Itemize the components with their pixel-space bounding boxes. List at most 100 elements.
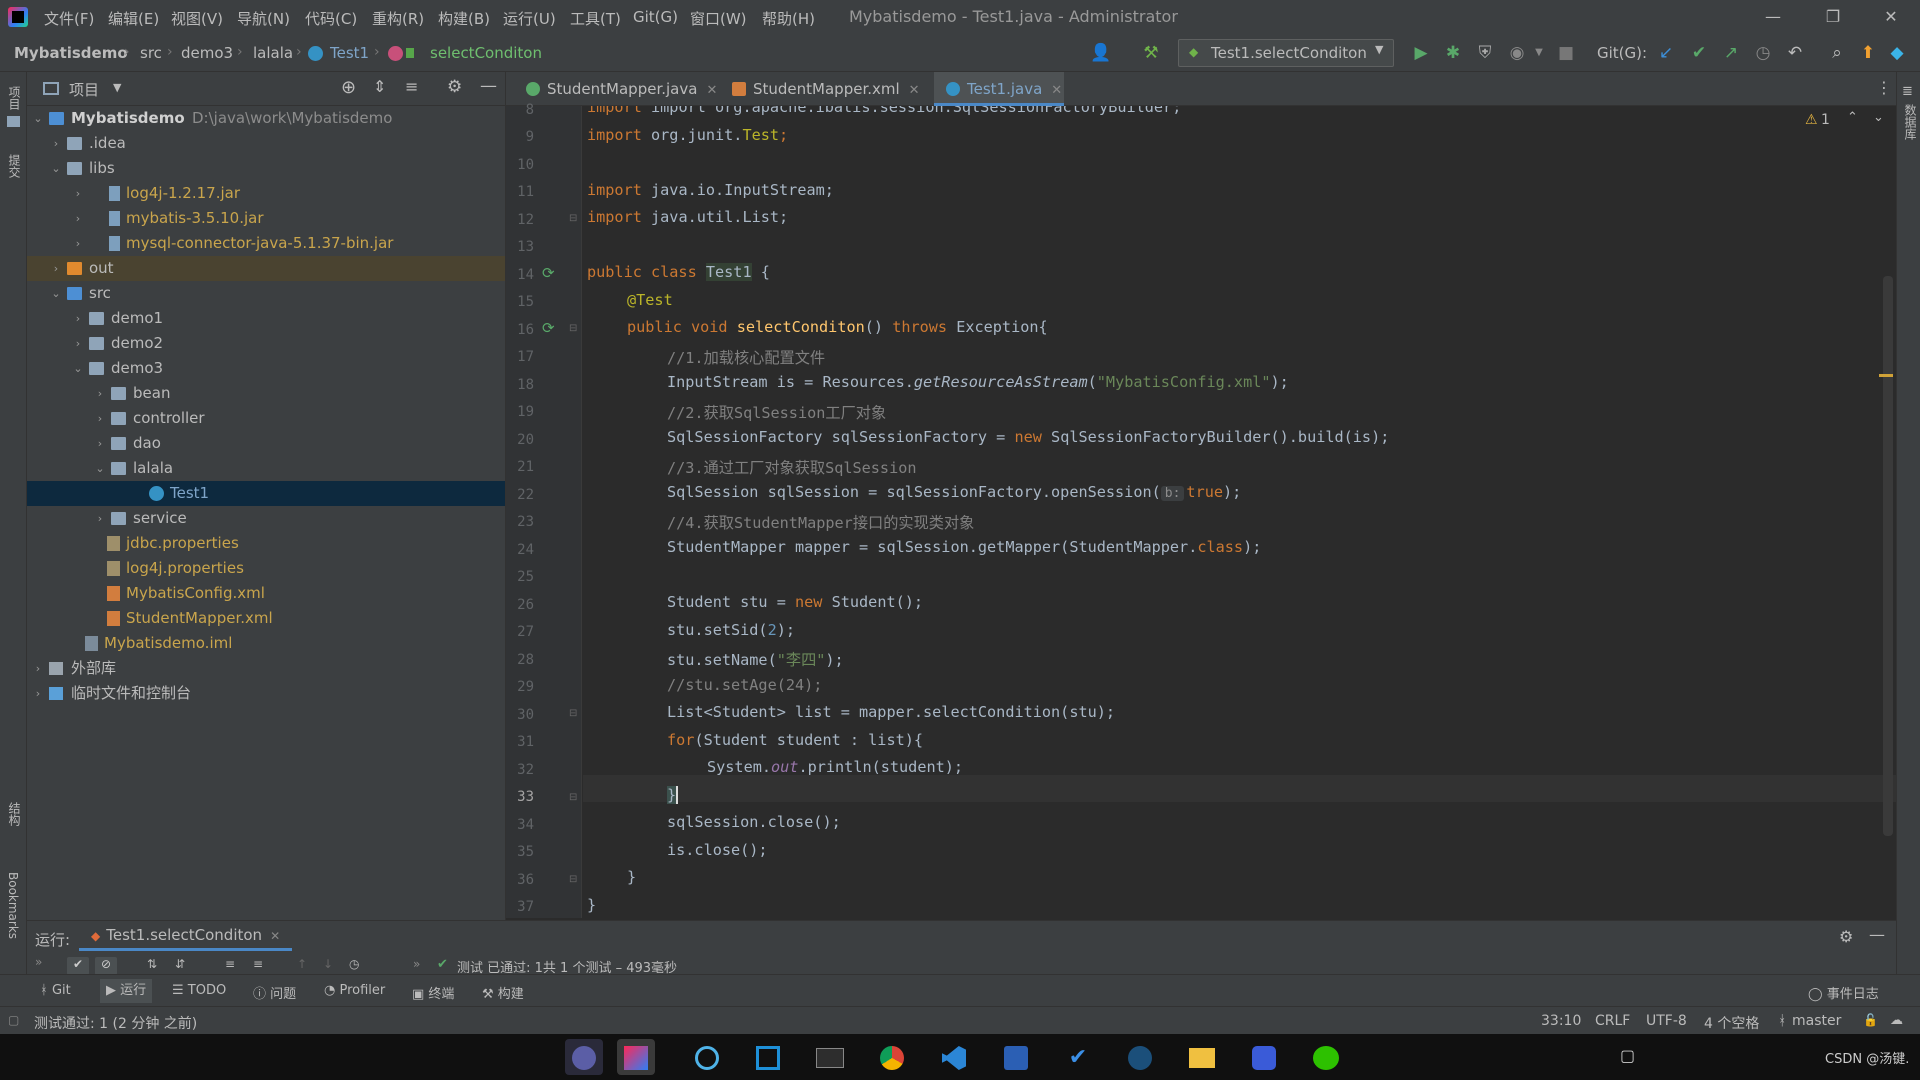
fold-icon[interactable]: ⊟: [569, 792, 577, 803]
git-push-icon[interactable]: ↗: [1720, 42, 1742, 64]
todo-tool-button[interactable]: ☰ TODO: [172, 983, 226, 998]
tree-item-package[interactable]: › dao: [27, 431, 505, 456]
tab-test1-java[interactable]: Test1.java ✕: [934, 72, 1064, 106]
project-tool-window-button[interactable]: 项目: [6, 86, 23, 110]
fold-icon[interactable]: ⊟: [569, 213, 577, 224]
breadcrumb-demo3[interactable]: demo3: [181, 44, 233, 62]
taskbar-app-steam-icon[interactable]: [1121, 1039, 1159, 1075]
lock-icon[interactable]: 🔓: [1863, 1013, 1878, 1027]
chevron-down-icon[interactable]: ⌄: [49, 281, 63, 306]
collapse-all-icon[interactable]: ≡: [405, 77, 418, 96]
tree-item-file[interactable]: Mybatisdemo.iml: [27, 631, 505, 656]
database-tool-window-button[interactable]: 数据库: [1902, 104, 1919, 140]
update-icon[interactable]: ⬆: [1857, 42, 1879, 64]
chevron-right-icon[interactable]: ›: [49, 256, 63, 281]
build-hammer-icon[interactable]: ⚒: [1140, 42, 1162, 64]
tree-item-project-root[interactable]: ⌄ Mybatisdemo D:\java\work\Mybatisdemo: [27, 106, 505, 131]
git-branch[interactable]: master: [1792, 1013, 1841, 1029]
sort-duration-icon[interactable]: ⇵: [175, 957, 185, 971]
hide-panel-icon[interactable]: —: [480, 76, 497, 96]
menu-help[interactable]: 帮助(H): [762, 8, 815, 29]
problems-tool-button[interactable]: ⓘ 问题: [253, 983, 296, 1002]
file-encoding[interactable]: UTF-8: [1646, 1013, 1687, 1029]
fold-icon[interactable]: ⊟: [569, 323, 577, 334]
memory-indicator-icon[interactable]: ☁: [1890, 1013, 1903, 1028]
tree-item-jar[interactable]: › log4j-1.2.17.jar: [27, 181, 505, 206]
breadcrumb-src[interactable]: src: [140, 44, 162, 62]
menu-view[interactable]: 视图(V): [171, 8, 223, 29]
gear-icon[interactable]: ⚙: [447, 77, 462, 97]
tree-item-jar[interactable]: › mysql-connector-java-5.1.37-bin.jar: [27, 231, 505, 256]
user-icon[interactable]: 👤: [1090, 42, 1112, 64]
coverage-icon[interactable]: ⛨: [1474, 42, 1496, 64]
menu-file[interactable]: 文件(F): [44, 8, 94, 29]
next-test-icon[interactable]: ↓: [323, 957, 333, 971]
close-tab-icon[interactable]: ✕: [270, 929, 280, 943]
run-icon[interactable]: ▶: [1410, 42, 1432, 64]
show-passed-icon[interactable]: ✔: [67, 957, 89, 975]
tree-item-file[interactable]: StudentMapper.xml: [27, 606, 505, 631]
chevron-right-icon[interactable]: ›: [31, 681, 45, 706]
chevron-down-icon[interactable]: ⌄: [93, 456, 107, 481]
event-log-button[interactable]: ◯ 事件日志: [1808, 983, 1879, 1002]
tree-item-idea[interactable]: › .idea: [27, 131, 505, 156]
tree-item-jar[interactable]: › mybatis-3.5.10.jar: [27, 206, 505, 231]
terminal-tool-button[interactable]: ▣ 终端: [412, 983, 454, 1002]
breadcrumb-project[interactable]: Mybatisdemo: [14, 44, 128, 62]
editor-scrollbar[interactable]: [1883, 276, 1893, 836]
menu-code[interactable]: 代码(C): [305, 8, 357, 29]
next-problem-icon[interactable]: ⌄: [1873, 110, 1884, 125]
history-icon[interactable]: ◷: [349, 957, 359, 971]
tab-studentmapper-xml[interactable]: StudentMapper.xml ✕: [720, 72, 930, 106]
menu-git[interactable]: Git(G): [633, 8, 678, 26]
taskbar-app-browser-icon[interactable]: [688, 1039, 726, 1075]
chevron-right-icon[interactable]: ›: [71, 206, 85, 231]
git-tool-button[interactable]: ᚼ Git: [40, 983, 71, 998]
tree-item-package[interactable]: › demo2: [27, 331, 505, 356]
expand-all-icon[interactable]: ≡: [225, 957, 235, 971]
taskbar-app-intellij-icon[interactable]: [617, 1039, 655, 1075]
run-tab[interactable]: ◆ Test1.selectConditon ✕: [79, 921, 293, 951]
previous-test-icon[interactable]: ↑: [297, 957, 307, 971]
breadcrumb-method[interactable]: selectConditon: [430, 44, 542, 62]
task-view-icon[interactable]: ▢: [1620, 1046, 1635, 1065]
menu-run[interactable]: 运行(U): [503, 8, 556, 29]
chevron-down-icon[interactable]: ⌄: [49, 156, 63, 181]
menu-build[interactable]: 构建(B): [438, 8, 490, 29]
taskbar-app-chrome-icon[interactable]: [873, 1039, 911, 1075]
toolbox-icon[interactable]: ◆: [1886, 42, 1908, 64]
menu-tools[interactable]: 工具(T): [570, 8, 621, 29]
minimize-icon[interactable]: —: [1753, 4, 1793, 30]
chevron-right-icon[interactable]: ›: [71, 181, 85, 206]
taskbar-app-vscode-icon[interactable]: [935, 1039, 973, 1075]
tree-item-out[interactable]: › out: [27, 256, 505, 281]
tree-item-src[interactable]: ⌄ src: [27, 281, 505, 306]
close-tab-icon[interactable]: ✕: [706, 83, 717, 98]
taskbar-app-terminal-icon[interactable]: [811, 1039, 849, 1075]
warning-stripe-marker[interactable]: [1879, 374, 1893, 377]
taskbar-app-eclipse-icon[interactable]: [565, 1039, 603, 1075]
chevron-right-icon[interactable]: ›: [93, 431, 107, 456]
git-history-icon[interactable]: ◷: [1752, 42, 1774, 64]
profile-icon[interactable]: ◉: [1506, 42, 1528, 64]
tree-item-file[interactable]: MybatisConfig.xml: [27, 581, 505, 606]
project-panel-title[interactable]: 项目: [69, 79, 99, 100]
breadcrumb-class[interactable]: Test1: [330, 44, 369, 62]
menu-refactor[interactable]: 重构(R): [372, 8, 424, 29]
code-editor[interactable]: import import org.apache.ibatis.session.…: [583, 106, 1896, 918]
tree-item-package[interactable]: ⌄ demo3: [27, 356, 505, 381]
collapse-all-icon[interactable]: ≡: [253, 957, 263, 971]
chevron-right-icon[interactable]: ›: [71, 331, 85, 356]
close-window-icon[interactable]: ✕: [1871, 4, 1911, 30]
taskbar-app-todo-icon[interactable]: ✔: [1059, 1039, 1097, 1075]
sort-alpha-icon[interactable]: ⇅: [147, 957, 157, 971]
chevron-right-icon[interactable]: ›: [71, 306, 85, 331]
tree-item-package[interactable]: ⌄ lalala: [27, 456, 505, 481]
tree-item-package[interactable]: › controller: [27, 406, 505, 431]
show-ignored-icon[interactable]: ⊘: [95, 957, 117, 975]
taskbar-app-store-icon[interactable]: [749, 1039, 787, 1075]
tree-item-test1-selected[interactable]: Test1: [27, 481, 505, 506]
close-tab-icon[interactable]: ✕: [909, 83, 920, 98]
menu-navigate[interactable]: 导航(N): [237, 8, 290, 29]
status-toggle-icon[interactable]: ▢: [8, 1013, 19, 1027]
